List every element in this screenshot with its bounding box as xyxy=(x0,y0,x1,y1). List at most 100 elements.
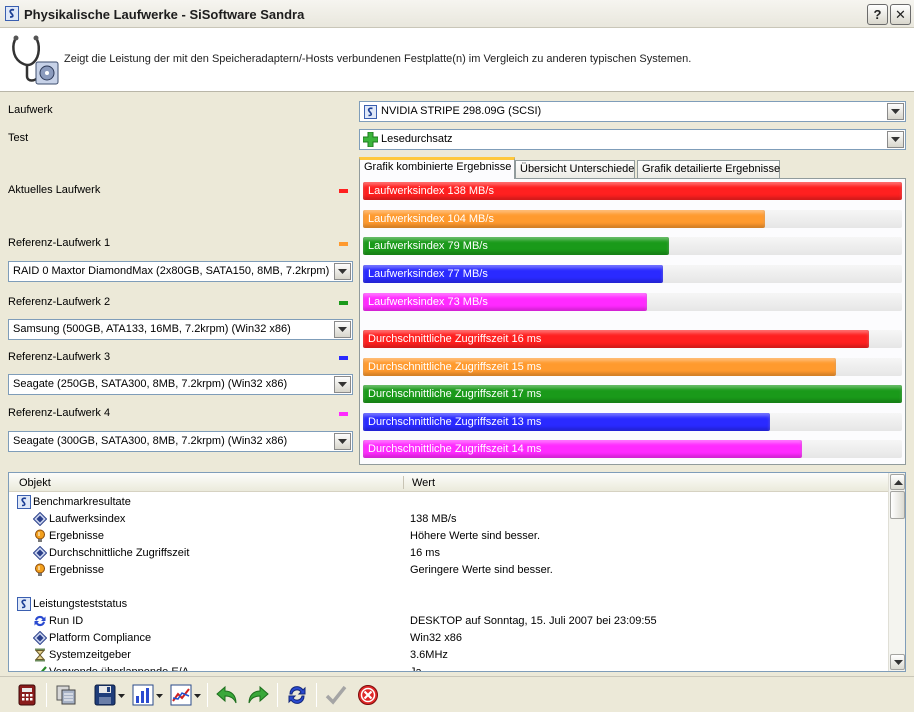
row-value: 16 ms xyxy=(410,547,440,559)
ref-drive-1-label: Referenz-Laufwerk 1 xyxy=(8,237,111,249)
list-item[interactable]: Laufwerksindex 138 MB/s xyxy=(9,511,888,528)
ref-drive-4-select[interactable]: Seagate (300GB, SATA300, 8MB, 7.2krpm) (… xyxy=(8,431,353,452)
ref-drive-3-value: Seagate (250GB, SATA300, 8MB, 7.2krpm) (… xyxy=(13,378,288,390)
chevron-down-icon[interactable] xyxy=(334,433,351,450)
tab-combined-graph[interactable]: Grafik kombinierte Ergebnisse xyxy=(359,157,515,179)
bar-track: Durchschnittliche Zugriffszeit 14 ms xyxy=(363,440,902,458)
chart-bar: Durchschnittliche Zugriffszeit 17 ms xyxy=(363,385,902,403)
sandra-icon xyxy=(17,597,31,611)
chevron-down-icon[interactable] xyxy=(334,321,351,338)
chevron-down-icon[interactable] xyxy=(334,376,351,393)
forward-icon[interactable] xyxy=(245,682,271,708)
bar-label: Laufwerksindex 138 MB/s xyxy=(368,185,494,197)
chart-icon[interactable] xyxy=(130,682,156,708)
list-item[interactable]: Ergebnisse Höhere Werte sind besser. xyxy=(9,528,888,545)
bar-label: Laufwerksindex 79 MB/s xyxy=(368,240,488,252)
sandra-icon xyxy=(364,105,377,119)
chevron-down-icon[interactable] xyxy=(156,693,163,699)
tab-differences-overview[interactable]: Übersicht Unterschiede xyxy=(515,160,635,178)
column-divider[interactable] xyxy=(403,476,404,489)
ref-drive-2-select[interactable]: Samsung (500GB, ATA133, 16MB, 7.2krpm) (… xyxy=(8,319,353,340)
drive-label: Laufwerk xyxy=(8,104,53,116)
sandra-app-icon xyxy=(5,6,19,21)
refresh-icon[interactable] xyxy=(284,682,310,708)
test-select[interactable]: Lesedurchsatz xyxy=(359,129,906,150)
ref-drive-2-value: Samsung (500GB, ATA133, 16MB, 7.2krpm) (… xyxy=(13,323,291,335)
row-object: Leistungsteststatus xyxy=(33,598,128,610)
chart-bar: Laufwerksindex 79 MB/s xyxy=(363,237,669,255)
column-header-value[interactable]: Wert xyxy=(412,477,435,489)
current-drive-label: Aktuelles Laufwerk xyxy=(8,184,101,196)
bottom-toolbar xyxy=(0,676,914,712)
scroll-up-button[interactable] xyxy=(890,474,905,490)
calculator-icon[interactable] xyxy=(14,682,40,708)
chart-bar: Durchschnittliche Zugriffszeit 13 ms xyxy=(363,413,770,431)
banner-description: Zeigt die Leistung der mit den Speichera… xyxy=(64,53,692,65)
chart-bar: Laufwerksindex 73 MB/s xyxy=(363,293,647,311)
chevron-down-icon[interactable] xyxy=(194,693,201,699)
refresh-icon xyxy=(34,615,46,627)
list-item[interactable]: Verwende überlappende E/A Ja xyxy=(9,664,888,671)
bar-track: Durchschnittliche Zugriffszeit 15 ms xyxy=(363,358,902,376)
row-value: 3.6MHz xyxy=(410,649,448,661)
window-title: Physikalische Laufwerke - SiSoftware San… xyxy=(24,7,305,22)
ref-drive-3-select[interactable]: Seagate (250GB, SATA300, 8MB, 7.2krpm) (… xyxy=(8,374,353,395)
list-item[interactable]: Run ID DESKTOP auf Sonntag, 15. Juli 2007… xyxy=(9,613,888,630)
column-header-object[interactable]: Objekt xyxy=(19,477,51,489)
graph-icon[interactable] xyxy=(168,682,194,708)
row-value: Höhere Werte sind besser. xyxy=(410,530,541,542)
bar-label: Durchschnittliche Zugriffszeit 17 ms xyxy=(368,388,542,400)
bar-label: Laufwerksindex 104 MB/s xyxy=(368,213,494,225)
ref-drive-2-label: Referenz-Laufwerk 2 xyxy=(8,296,111,308)
bar-label: Laufwerksindex 77 MB/s xyxy=(368,268,488,280)
bar-chart: Laufwerksindex 138 MB/s Laufwerksindex 10… xyxy=(359,178,906,465)
bar-track: Laufwerksindex 73 MB/s xyxy=(363,293,902,311)
chevron-down-icon[interactable] xyxy=(887,103,904,120)
toolbar-separator xyxy=(207,683,208,707)
help-button[interactable]: ? xyxy=(867,4,888,25)
list-item[interactable]: Benchmarkresultate xyxy=(9,494,888,511)
row-object: Laufwerksindex xyxy=(49,513,126,525)
chevron-down-icon[interactable] xyxy=(887,131,904,148)
ref-drive-1-swatch xyxy=(339,242,348,246)
toolbar-separator xyxy=(316,683,317,707)
close-button[interactable]: ✕ xyxy=(890,4,911,25)
list-item[interactable]: Leistungsteststatus xyxy=(9,596,888,613)
drive-value: NVIDIA STRIPE 298.09G (SCSI) xyxy=(381,105,542,117)
ok-icon[interactable] xyxy=(323,682,349,708)
scroll-thumb[interactable] xyxy=(890,491,905,519)
list-item[interactable]: Ergebnisse Geringere Werte sind besser. xyxy=(9,562,888,579)
scroll-down-button[interactable] xyxy=(890,654,905,670)
list-header: Objekt Wert xyxy=(9,473,888,492)
save-icon[interactable] xyxy=(92,682,118,708)
bar-label: Durchschnittliche Zugriffszeit 16 ms xyxy=(368,333,542,345)
bulb-icon xyxy=(35,529,45,542)
chevron-down-icon[interactable] xyxy=(334,263,351,280)
ref-drive-4-swatch xyxy=(339,412,348,416)
sandra-icon xyxy=(17,495,31,509)
row-object: Systemzeitgeber xyxy=(49,649,131,661)
chart-bar: Durchschnittliche Zugriffszeit 14 ms xyxy=(363,440,802,458)
row-object: Ergebnisse xyxy=(49,530,105,542)
row-value: DESKTOP auf Sonntag, 15. Juli 2007 bei 2… xyxy=(410,615,657,627)
list-item[interactable]: Systemzeitgeber 3.6MHz xyxy=(9,647,888,664)
chart-bar: Laufwerksindex 138 MB/s xyxy=(363,182,902,200)
ref-drive-1-select[interactable]: RAID 0 Maxtor DiamondMax (2x80GB, SATA15… xyxy=(8,261,353,282)
bulb-icon xyxy=(35,563,45,576)
current-drive-swatch xyxy=(339,189,348,193)
vertical-scrollbar[interactable] xyxy=(888,473,905,671)
list-item[interactable] xyxy=(9,579,888,596)
copy-icon[interactable] xyxy=(53,682,79,708)
stethoscope-disk-icon xyxy=(12,35,59,85)
diamond-icon xyxy=(33,631,47,645)
back-icon[interactable] xyxy=(214,682,240,708)
cancel-icon[interactable] xyxy=(355,682,381,708)
list-item[interactable]: Durchschnittliche Zugriffszeit 16 ms xyxy=(9,545,888,562)
row-value: 138 MB/s xyxy=(410,513,457,525)
drive-select[interactable]: NVIDIA STRIPE 298.09G (SCSI) xyxy=(359,101,906,122)
test-value: Lesedurchsatz xyxy=(381,133,453,145)
bar-track: Durchschnittliche Zugriffszeit 13 ms xyxy=(363,413,902,431)
list-item[interactable]: Platform Compliance Win32 x86 xyxy=(9,630,888,647)
chevron-down-icon[interactable] xyxy=(118,693,125,699)
tab-detailed-graph[interactable]: Grafik detailierte Ergebnisse xyxy=(637,160,780,178)
